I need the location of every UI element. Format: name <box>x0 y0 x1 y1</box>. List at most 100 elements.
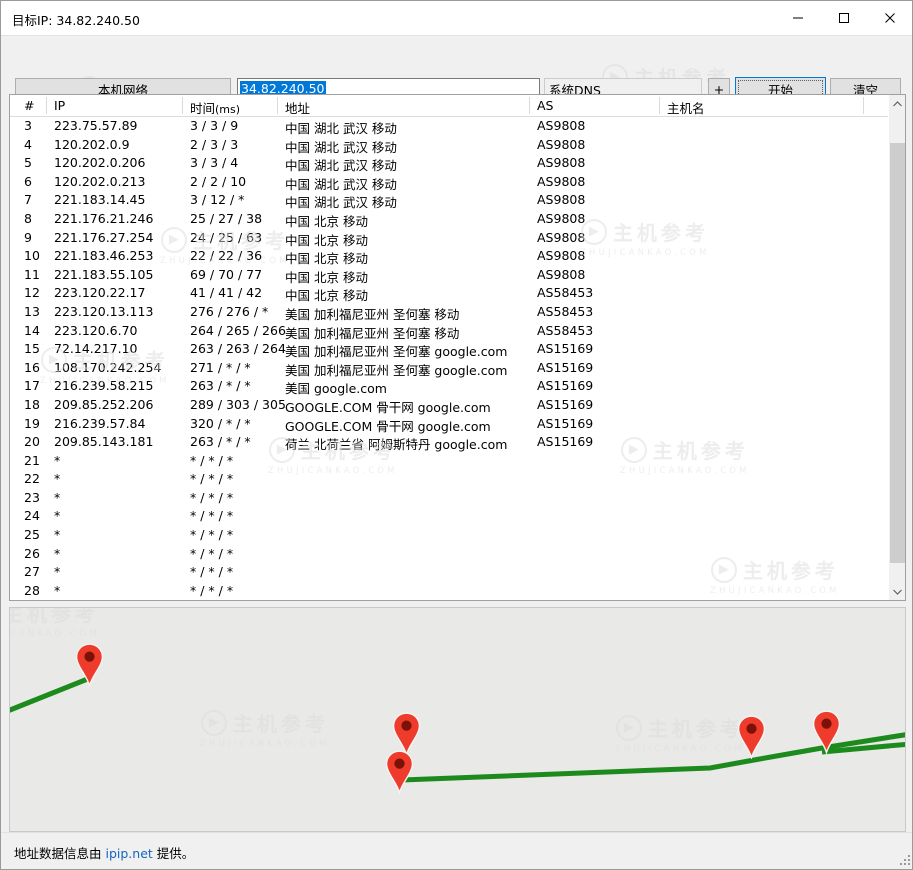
scroll-up-button[interactable] <box>889 95 905 112</box>
ipip-net-link[interactable]: ipip.net <box>105 846 152 861</box>
table-row[interactable]: 24 * * / * / * <box>10 507 905 526</box>
table-row[interactable]: 27 * * / * / * <box>10 563 905 582</box>
cell-hop-number: 14 <box>24 322 40 338</box>
cell-hop-number: 15 <box>24 341 40 357</box>
cell-address: 中国 北京 移动 <box>285 213 368 229</box>
cell-hop-number: 27 <box>24 564 40 580</box>
table-row[interactable]: 16 108.170.242.254 271 / * / * 美国 加利福尼亚州 圣何… <box>10 359 905 378</box>
cell-hop-number: 25 <box>24 527 40 543</box>
column-header-ip[interactable]: IP <box>54 98 65 113</box>
table-row[interactable]: 15 72.14.217.10 263 / 263 / 264 美国 加利福尼亚州 圣… <box>10 340 905 359</box>
cell-ip: * <box>54 564 61 580</box>
cell-ip: 223.120.6.70 <box>54 322 138 338</box>
scrollbar-thumb[interactable] <box>890 143 905 563</box>
vertical-scrollbar[interactable] <box>888 95 905 600</box>
column-divider[interactable] <box>863 97 864 114</box>
maximize-button[interactable] <box>821 1 867 35</box>
cell-latency: 276 / 276 / * <box>190 303 269 319</box>
cell-hop-number: 13 <box>24 303 40 319</box>
table-row[interactable]: 5 120.202.0.206 3 / 3 / 4 中国 湖北 武汉 移动 AS9808 <box>10 154 905 173</box>
cell-as: AS15169 <box>537 434 594 450</box>
table-row[interactable]: 3 223.75.57.89 3 / 3 / 9 中国 湖北 武汉 移动 AS9808 <box>10 117 905 136</box>
cell-as: AS9808 <box>537 210 586 226</box>
cell-latency: 2 / 3 / 3 <box>190 136 239 152</box>
table-row[interactable]: 9 221.176.27.254 24 / 25 / 63 中国 北京 移动 AS980… <box>10 229 905 248</box>
column-divider[interactable] <box>277 97 278 114</box>
cell-latency: * / * / * <box>190 508 234 524</box>
column-header-time[interactable]: 时间(ms) <box>190 98 240 117</box>
cell-address: 美国 加利福尼亚州 圣何塞 移动 <box>285 306 460 322</box>
cell-as: AS9808 <box>537 192 586 208</box>
column-header-num[interactable]: # <box>24 98 34 113</box>
table-row[interactable]: 8 221.176.21.246 25 / 27 / 38 中国 北京 移动 AS980… <box>10 210 905 229</box>
table-row[interactable]: 11 221.183.55.105 69 / 70 / 77 中国 北京 移动 AS98… <box>10 266 905 285</box>
cell-ip: 221.183.14.45 <box>54 192 146 208</box>
table-row[interactable]: 12 223.120.22.17 41 / 41 / 42 中国 北京 移动 AS584… <box>10 284 905 303</box>
table-row[interactable]: 7 221.183.14.45 3 / 12 / * 中国 湖北 武汉 移动 AS980… <box>10 191 905 210</box>
cell-as: AS9808 <box>537 136 586 152</box>
cell-as: AS15169 <box>537 415 594 431</box>
map-pin[interactable] <box>75 643 104 691</box>
cell-latency: 289 / 303 / 305 <box>190 396 286 412</box>
close-button[interactable] <box>867 1 912 35</box>
map-pin[interactable] <box>385 750 414 798</box>
table-row[interactable]: 6 120.202.0.213 2 / 2 / 10 中国 湖北 武汉 移动 AS980… <box>10 173 905 192</box>
column-header-as[interactable]: AS <box>537 98 554 113</box>
resize-grip-icon[interactable] <box>899 854 911 866</box>
column-divider[interactable] <box>529 97 530 114</box>
scroll-down-button[interactable] <box>889 583 905 600</box>
toolbar: ▶ 主机参考 ZHUJICANKAO.COM ▶ 主机参考 ZHUJICANKA… <box>1 36 912 127</box>
column-header-addr[interactable]: 地址 <box>285 98 310 117</box>
cell-hop-number: 24 <box>24 508 40 524</box>
cell-as: AS15169 <box>537 359 594 375</box>
cell-address: 中国 湖北 武汉 移动 <box>285 139 397 155</box>
cell-latency: 3 / 3 / 9 <box>190 118 239 133</box>
cell-ip: * <box>54 489 61 505</box>
cell-hop-number: 5 <box>24 155 32 171</box>
cell-hop-number: 11 <box>24 266 40 282</box>
table-row[interactable]: 19 216.239.57.84 320 / * / * GOOGLE.COM 骨干网… <box>10 415 905 434</box>
table-row[interactable]: 28 * * / * / * <box>10 582 905 600</box>
table-row[interactable]: 18 209.85.252.206 289 / 303 / 305 GOOGLE.CO… <box>10 396 905 415</box>
column-divider[interactable] <box>659 97 660 114</box>
table-row[interactable]: 25 * * / * / * <box>10 526 905 545</box>
table-row[interactable]: 14 223.120.6.70 264 / 265 / 266 美国 加利福尼亚州 圣… <box>10 322 905 341</box>
table-row[interactable]: 22 * * / * / * <box>10 470 905 489</box>
cell-latency: 271 / * / * <box>190 359 251 375</box>
cell-latency: 3 / 12 / * <box>190 192 245 208</box>
cell-hop-number: 6 <box>24 173 32 189</box>
column-divider[interactable] <box>182 97 183 114</box>
cell-address: 荷兰 北荷兰省 阿姆斯特丹 google.com <box>285 437 508 453</box>
table-row[interactable]: 10 221.183.46.253 22 / 22 / 36 中国 北京 移动 AS98… <box>10 247 905 266</box>
cell-latency: * / * / * <box>190 545 234 561</box>
minimize-button[interactable] <box>775 1 821 35</box>
map-pin[interactable] <box>737 715 766 763</box>
cell-hop-number: 4 <box>24 136 32 152</box>
table-row[interactable]: 29** / * / * <box>10 600 905 601</box>
map-pin[interactable] <box>812 710 841 758</box>
column-header-host[interactable]: 主机名 <box>667 98 705 117</box>
cell-address: 美国 google.com <box>285 381 387 397</box>
table-row[interactable]: 23 * * / * / * <box>10 489 905 508</box>
chevron-up-icon <box>893 100 902 106</box>
column-divider[interactable] <box>46 97 47 114</box>
cell-ip: * <box>54 527 61 543</box>
table-row[interactable]: 4 120.202.0.9 2 / 3 / 3 中国 湖北 武汉 移动 AS9808 <box>10 136 905 155</box>
cell-address: 美国 加利福尼亚州 圣何塞 google.com <box>285 344 508 360</box>
table-row[interactable]: 26 * * / * / * <box>10 545 905 564</box>
route-map[interactable]: ▶ 主机参考 ZHUJICANKAO.COM ▶ 主机参考 ZHUJICANKA… <box>9 607 906 832</box>
close-icon <box>885 13 895 23</box>
cell-as: AS9808 <box>537 248 586 264</box>
cell-as: AS58453 <box>537 322 594 338</box>
table-row[interactable]: 21 * * / * / * <box>10 452 905 471</box>
table-row[interactable]: 13 223.120.13.113 276 / 276 / * 美国 加利福尼亚州 圣… <box>10 303 905 322</box>
cell-ip: 108.170.242.254 <box>54 359 162 375</box>
cell-ip: 216.239.58.215 <box>54 378 154 394</box>
table-row[interactable]: 17 216.239.58.215 263 / * / * 美国 google.com… <box>10 377 905 396</box>
table-row[interactable]: 20 209.85.143.181 263 / * / * 荷兰 北荷兰省 阿姆斯特丹… <box>10 433 905 452</box>
data-source-prefix: 地址数据信息由 <box>14 846 106 861</box>
cell-ip: * <box>54 545 61 561</box>
cell-latency: * / * / * <box>190 471 234 487</box>
cell-address: 中国 北京 移动 <box>285 288 368 304</box>
cell-hop-number: 22 <box>24 471 40 487</box>
